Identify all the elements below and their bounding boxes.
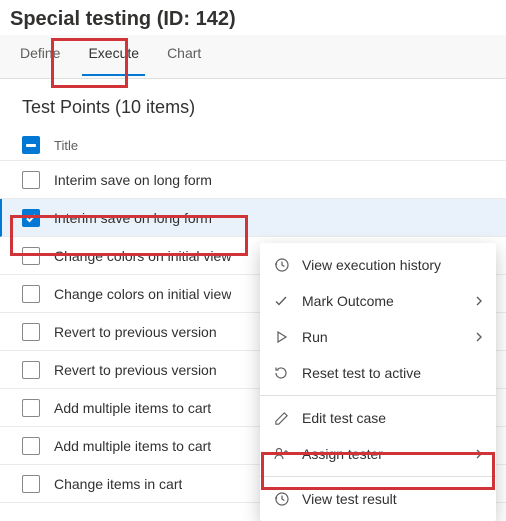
- menu-view-test-result[interactable]: View test result: [260, 481, 496, 517]
- row-checkbox[interactable]: [22, 209, 40, 227]
- menu-run[interactable]: Run: [260, 319, 496, 355]
- menu-label: View test result: [302, 491, 484, 507]
- menu-label: Edit test case: [302, 410, 484, 426]
- context-menu: View execution history Mark Outcome Run …: [260, 243, 496, 521]
- row-checkbox[interactable]: [22, 361, 40, 379]
- row-checkbox[interactable]: [22, 247, 40, 265]
- row-checkbox[interactable]: [22, 437, 40, 455]
- row-title: Interim save on long form: [54, 172, 212, 188]
- row-checkbox[interactable]: [22, 171, 40, 189]
- table-row[interactable]: Interim save on long form: [0, 199, 506, 237]
- history-icon: [272, 490, 290, 508]
- tab-define[interactable]: Define: [6, 35, 74, 78]
- row-checkbox[interactable]: [22, 475, 40, 493]
- chevron-right-icon: [474, 332, 484, 342]
- tab-chart[interactable]: Chart: [153, 35, 215, 78]
- select-all-checkbox[interactable]: [22, 136, 40, 154]
- row-title: Add multiple items to cart: [54, 400, 211, 416]
- menu-label: Reset test to active: [302, 365, 484, 381]
- menu-label: Run: [302, 329, 474, 345]
- row-checkbox[interactable]: [22, 285, 40, 303]
- menu-view-execution-history[interactable]: View execution history: [260, 247, 496, 283]
- assign-icon: [272, 445, 290, 463]
- reset-icon: [272, 364, 290, 382]
- menu-edit-test-case[interactable]: Edit test case: [260, 400, 496, 436]
- row-title: Change colors on initial view: [54, 248, 231, 264]
- tab-bar: Define Execute Chart: [0, 35, 506, 79]
- menu-assign-tester[interactable]: Assign tester: [260, 436, 496, 472]
- row-title: Revert to previous version: [54, 362, 217, 378]
- row-title: Add multiple items to cart: [54, 438, 211, 454]
- section-title: Test Points (10 items): [0, 79, 506, 130]
- chevron-right-icon: [474, 296, 484, 306]
- page-title: Special testing (ID: 142): [0, 0, 506, 35]
- edit-icon: [272, 409, 290, 427]
- column-header-title[interactable]: Title: [54, 138, 78, 153]
- row-title: Interim save on long form: [54, 210, 212, 226]
- row-title: Change items in cart: [54, 476, 182, 492]
- row-title: Change colors on initial view: [54, 286, 231, 302]
- grid-header: Title: [0, 130, 506, 161]
- row-title: Revert to previous version: [54, 324, 217, 340]
- menu-reset-test[interactable]: Reset test to active: [260, 355, 496, 391]
- menu-label: Assign tester: [302, 446, 474, 462]
- chevron-right-icon: [474, 449, 484, 459]
- menu-separator: [260, 476, 496, 477]
- menu-label: View execution history: [302, 257, 484, 273]
- history-icon: [272, 256, 290, 274]
- row-checkbox[interactable]: [22, 323, 40, 341]
- tab-execute[interactable]: Execute: [74, 35, 153, 78]
- menu-label: Mark Outcome: [302, 293, 474, 309]
- check-icon: [272, 292, 290, 310]
- menu-mark-outcome[interactable]: Mark Outcome: [260, 283, 496, 319]
- play-icon: [272, 328, 290, 346]
- row-checkbox[interactable]: [22, 399, 40, 417]
- table-row[interactable]: Interim save on long form: [0, 161, 506, 199]
- menu-separator: [260, 395, 496, 396]
